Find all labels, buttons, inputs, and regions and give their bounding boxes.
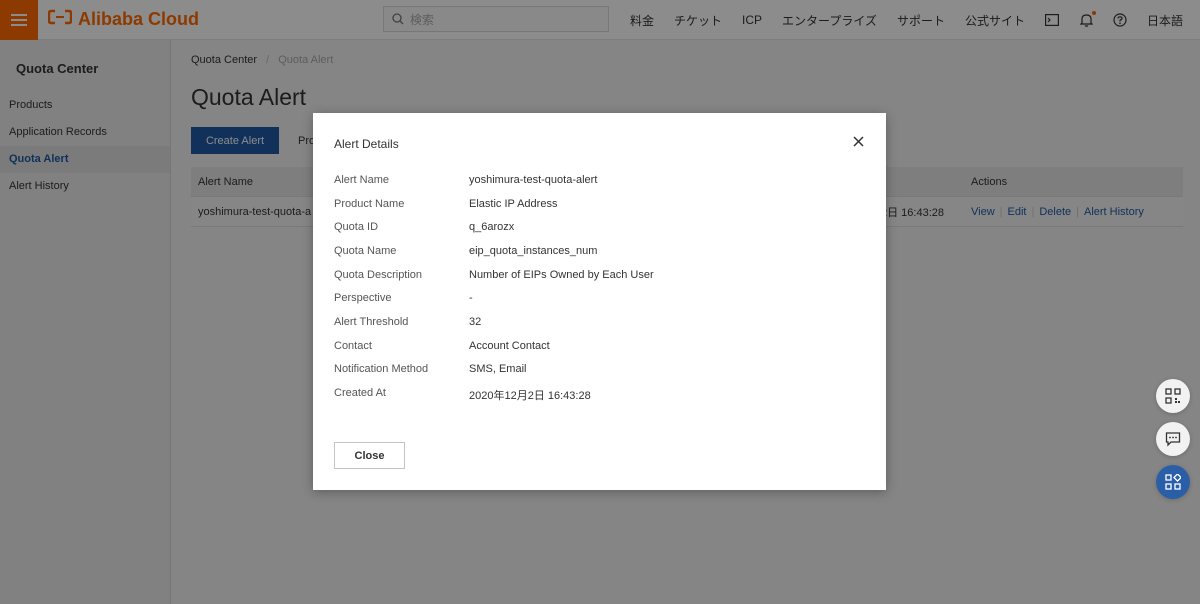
detail-label: Quota Description (334, 269, 423, 281)
detail-value: - (469, 292, 473, 304)
detail-quota-description: Quota Description Number of EIPs Owned b… (334, 269, 654, 281)
detail-alert-name: Alert Name yoshimura-test-quota-alert (334, 174, 597, 186)
detail-contact: Contact Account Contact (334, 340, 550, 352)
close-button[interactable]: Close (334, 442, 405, 469)
detail-value: 32 (469, 316, 482, 328)
detail-label: Alert Name (334, 174, 390, 186)
detail-alert-threshold: Alert Threshold 32 (334, 316, 481, 328)
detail-quota-name: Quota Name eip_quota_instances_num (334, 245, 597, 257)
detail-label: Created At (334, 387, 386, 399)
chat-icon[interactable] (1156, 422, 1190, 456)
detail-product-name: Product Name Elastic IP Address (334, 198, 557, 210)
detail-value: SMS, Email (469, 363, 527, 375)
detail-value: eip_quota_instances_num (469, 245, 598, 257)
detail-label: Notification Method (334, 363, 429, 375)
detail-perspective: Perspective - (334, 292, 473, 304)
detail-label: Quota ID (334, 221, 379, 233)
detail-label: Product Name (334, 198, 405, 210)
apps-icon[interactable] (1156, 465, 1190, 499)
detail-label: Quota Name (334, 245, 397, 257)
qr-code-icon[interactable] (1156, 379, 1190, 413)
detail-quota-id: Quota ID q_6arozx (334, 221, 514, 233)
detail-value: Elastic IP Address (469, 198, 558, 210)
detail-value: Number of EIPs Owned by Each User (469, 269, 654, 281)
detail-created-at: Created At 2020年12月2日 16:43:28 (334, 387, 591, 403)
close-icon[interactable] (850, 133, 866, 149)
detail-label: Alert Threshold (334, 316, 409, 328)
detail-label: Perspective (334, 292, 392, 304)
detail-value: yoshimura-test-quota-alert (469, 174, 598, 186)
detail-notification-method: Notification Method SMS, Email (334, 363, 526, 375)
dialog-title: Alert Details (334, 137, 399, 151)
detail-value: 2020年12月2日 16:43:28 (469, 390, 591, 402)
detail-value: q_6arozx (469, 221, 515, 233)
detail-value: Account Contact (469, 340, 550, 352)
alert-details-dialog: Alert Details Alert Name yoshimura-test-… (313, 113, 886, 490)
detail-label: Contact (334, 340, 372, 352)
